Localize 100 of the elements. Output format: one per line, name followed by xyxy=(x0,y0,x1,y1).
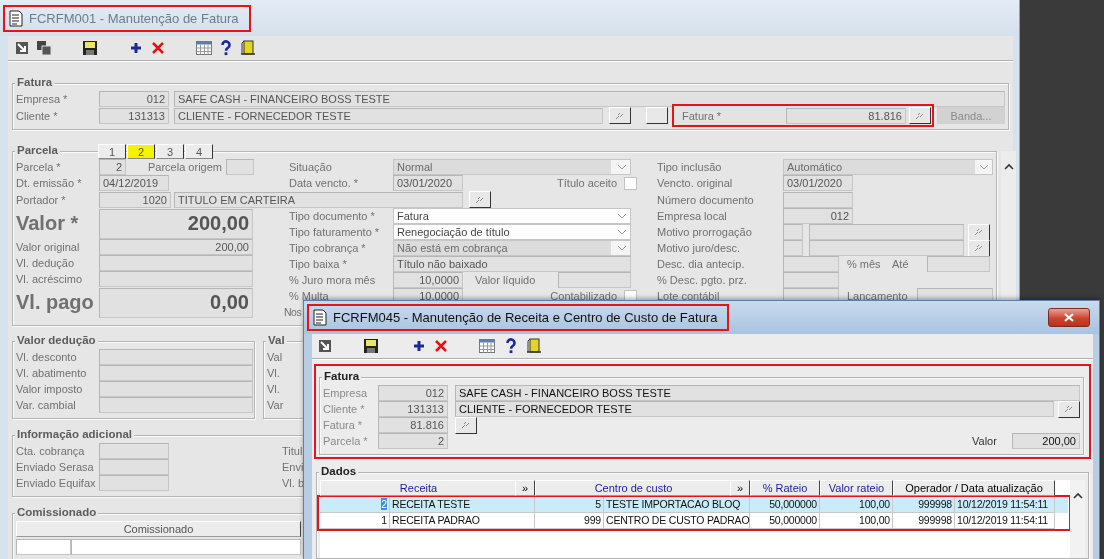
input-field[interactable]: CLIENTE - FORNECEDOR TESTE xyxy=(455,401,1054,417)
input-field[interactable]: 012 xyxy=(99,91,169,107)
lookup-button[interactable] xyxy=(909,107,931,124)
lookup-button[interactable] xyxy=(469,191,491,208)
field-label: Parcela origem xyxy=(148,161,222,173)
save-icon[interactable] xyxy=(82,40,98,56)
column-header[interactable]: Operador / Data atualização xyxy=(893,480,1055,496)
input-field[interactable]: 012 xyxy=(378,385,448,401)
group-title: Parcela xyxy=(15,144,60,156)
input-field[interactable]: TITULO EM CARTEIRA xyxy=(174,191,463,208)
plus-icon[interactable] xyxy=(411,338,427,354)
input-field[interactable]: 012 xyxy=(783,208,853,224)
field-label: Enviado Equifax xyxy=(16,477,97,489)
column-header[interactable]: % Rateio xyxy=(750,480,820,496)
input-field[interactable]: 10,0000 xyxy=(393,272,463,288)
input-field[interactable] xyxy=(99,475,169,491)
field-label: Vl. dedução xyxy=(16,257,76,269)
save-icon[interactable] xyxy=(363,338,379,354)
input-field[interactable]: 81.816 xyxy=(786,107,906,124)
input-field[interactable] xyxy=(783,240,803,256)
input-field[interactable]: 2 xyxy=(378,433,448,449)
input-field[interactable] xyxy=(783,256,839,272)
input-field[interactable]: 200,00 xyxy=(1012,433,1080,449)
close-button[interactable] xyxy=(1048,308,1090,327)
tab[interactable]: 4 xyxy=(185,144,213,159)
input-field[interactable] xyxy=(99,459,169,475)
input-field[interactable] xyxy=(783,224,803,240)
input-field[interactable]: 200,00 xyxy=(99,208,253,239)
input-field[interactable]: 0,00 xyxy=(99,287,253,318)
windows-icon[interactable] xyxy=(36,40,52,56)
field-label: Vl. abatimento xyxy=(16,367,88,379)
input-field[interactable]: 131313 xyxy=(378,401,448,417)
field-label: Valor imposto xyxy=(16,383,84,395)
input-field[interactable]: 131313 xyxy=(99,107,169,124)
field-label: Tipo inclusão xyxy=(657,161,723,173)
field-label: % Desc. pgto. prz. xyxy=(657,274,748,286)
door-icon[interactable] xyxy=(240,40,256,56)
input-field[interactable]: 1020 xyxy=(99,191,171,208)
plus-icon[interactable] xyxy=(128,40,144,56)
sparkle-icon xyxy=(974,228,984,236)
input-field[interactable]: SAFE CASH - FINANCEIRO BOSS TESTE xyxy=(174,91,1005,107)
scrollbar[interactable] xyxy=(1070,480,1085,558)
field-label: % Multa xyxy=(289,290,330,302)
input-field[interactable] xyxy=(927,256,990,272)
input-field[interactable] xyxy=(809,224,964,240)
field-label: Motivo prorrogação xyxy=(657,226,753,238)
field-label: Portador * xyxy=(16,193,67,206)
tab[interactable]: 2 xyxy=(127,144,155,159)
column-header[interactable]: Valor rateio xyxy=(820,480,893,496)
blank-button[interactable] xyxy=(646,107,668,124)
input-field[interactable] xyxy=(99,349,253,365)
input-field[interactable]: 03/01/2020 xyxy=(393,175,463,191)
input-field[interactable] xyxy=(99,365,253,381)
field-label: Titul xyxy=(282,445,303,457)
input-field[interactable] xyxy=(99,443,169,459)
input-field[interactable]: 2 xyxy=(99,159,126,175)
input-field[interactable] xyxy=(99,271,253,287)
lookup-button[interactable] xyxy=(968,223,990,241)
input-field[interactable] xyxy=(783,272,839,288)
input-field[interactable]: 200,00 xyxy=(99,239,253,255)
lookup-button[interactable] xyxy=(609,107,631,124)
tab[interactable]: 1 xyxy=(98,144,126,159)
field-label: Vencto. original xyxy=(657,177,734,189)
field-label: % Juro mora mês xyxy=(289,274,377,286)
dropdown[interactable]: Fatura xyxy=(393,208,631,224)
input-field[interactable] xyxy=(809,240,964,256)
input-field[interactable]: CLIENTE - FORNECEDOR TESTE xyxy=(174,107,603,124)
column-header[interactable]: Receita » xyxy=(320,480,535,496)
tab[interactable]: 3 xyxy=(156,144,184,159)
input-field[interactable]: Título não baixado xyxy=(393,256,631,272)
input-field[interactable] xyxy=(783,191,853,208)
input-field[interactable] xyxy=(99,255,253,271)
cross-icon[interactable] xyxy=(150,40,166,56)
input-field[interactable] xyxy=(99,397,253,413)
grid-icon[interactable] xyxy=(479,338,495,354)
field-label: Vl. xyxy=(267,383,280,395)
column-header[interactable]: Centro de custo » xyxy=(535,480,750,496)
field-label: Vl. pago xyxy=(16,291,95,314)
field-label: Valor líquido xyxy=(475,274,537,286)
dropdown[interactable]: Renegociação de título xyxy=(393,224,631,240)
input-field[interactable] xyxy=(558,272,631,288)
help-icon[interactable] xyxy=(218,40,234,56)
header-label: Valor rateio xyxy=(828,481,885,495)
scroll-up-icon[interactable] xyxy=(1072,492,1083,499)
header-label: Receita xyxy=(399,481,439,495)
group-title: Fatura xyxy=(322,370,362,382)
input-field[interactable] xyxy=(99,381,253,397)
scroll-up-icon[interactable] xyxy=(1003,163,1014,170)
input-field[interactable]: 04/12/2019 xyxy=(99,175,169,191)
cross-icon[interactable] xyxy=(433,338,449,354)
input-field[interactable] xyxy=(226,159,254,175)
door-icon[interactable] xyxy=(526,338,542,354)
table-row[interactable]: 2 RECEITA TESTE 5 TESTE IMPORTACAO BLOQ 50,000000 100,00 999998 10/12/2019 11:54:11 xyxy=(320,497,1068,513)
input-field[interactable]: 03/01/2020 xyxy=(783,175,853,191)
checkbox[interactable] xyxy=(624,176,637,190)
help-icon[interactable] xyxy=(503,338,519,354)
input-field[interactable]: 81.816 xyxy=(378,417,448,433)
column-header[interactable]: Comissionado xyxy=(16,521,301,537)
grid-icon[interactable] xyxy=(196,40,212,56)
input-field[interactable]: SAFE CASH - FINANCEIRO BOSS TESTE xyxy=(455,385,1080,401)
